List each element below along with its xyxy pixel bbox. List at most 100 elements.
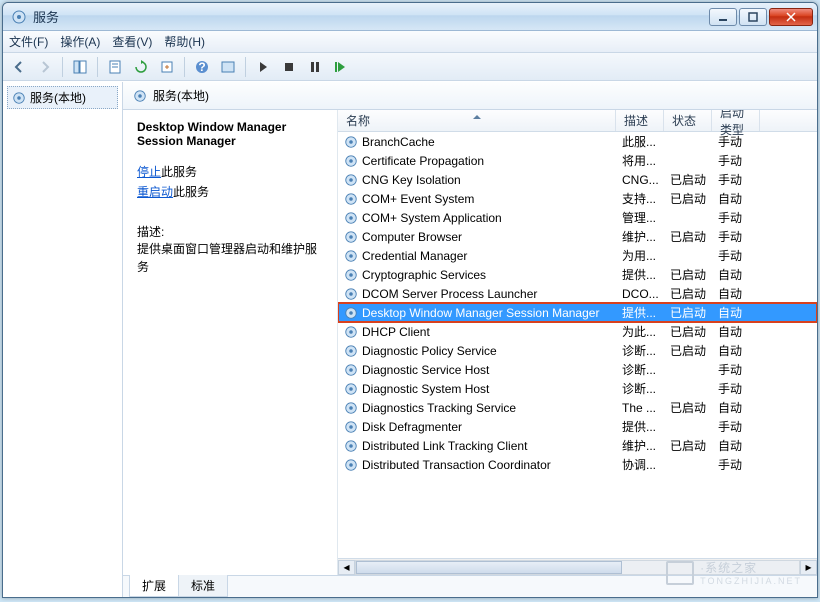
tab-extended[interactable]: 扩展	[129, 575, 179, 597]
refresh-button[interactable]	[129, 56, 153, 78]
service-name: COM+ Event System	[362, 192, 474, 206]
gear-icon	[344, 382, 358, 396]
forward-button[interactable]	[33, 56, 57, 78]
service-name: Distributed Transaction Coordinator	[362, 458, 551, 472]
service-name: Desktop Window Manager Session Manager	[362, 306, 599, 320]
service-row[interactable]: Diagnostic System Host诊断...手动	[338, 379, 817, 398]
service-name: Certificate Propagation	[362, 154, 484, 168]
menu-view[interactable]: 查看(V)	[112, 33, 152, 50]
menu-file[interactable]: 文件(F)	[9, 33, 48, 50]
service-row[interactable]: Cryptographic Services提供...已启动自动	[338, 265, 817, 284]
toolbar: ?	[3, 53, 817, 81]
toolbar-separator	[62, 57, 63, 77]
tab-standard[interactable]: 标准	[178, 575, 228, 597]
gear-icon	[344, 268, 358, 282]
service-name: Disk Defragmenter	[362, 420, 462, 434]
start-service-button[interactable]	[251, 56, 275, 78]
tree-node-services-local[interactable]: 服务(本地)	[7, 86, 118, 109]
column-name[interactable]: 名称	[338, 110, 616, 131]
service-row[interactable]: Diagnostic Policy Service诊断...已启动自动	[338, 341, 817, 360]
service-type: 自动	[718, 190, 766, 207]
service-desc: 协调...	[622, 456, 670, 473]
service-name: BranchCache	[362, 135, 435, 149]
service-row[interactable]: COM+ Event System支持...已启动自动	[338, 189, 817, 208]
service-desc: 为用...	[622, 247, 670, 264]
service-row[interactable]: Desktop Window Manager Session Manager 提供…	[338, 303, 817, 322]
gear-icon	[344, 154, 358, 168]
service-name: DCOM Server Process Launcher	[362, 287, 537, 301]
maximize-button[interactable]	[739, 8, 767, 26]
service-row[interactable]: Diagnostics Tracking ServiceThe ...已启动自动	[338, 398, 817, 417]
gear-icon	[344, 344, 358, 358]
gear-icon	[344, 135, 358, 149]
service-row[interactable]: Computer Browser维护...已启动手动	[338, 227, 817, 246]
service-rows[interactable]: BranchCache此服...手动Certificate Propagatio…	[338, 132, 817, 558]
service-type: 手动	[718, 380, 766, 397]
column-status[interactable]: 状态	[664, 110, 712, 131]
detail-panel: Desktop Window Manager Session Manager 停…	[123, 110, 338, 575]
gear-icon	[344, 249, 358, 263]
properties-button[interactable]	[103, 56, 127, 78]
gear-icon	[344, 458, 358, 472]
scroll-left-button[interactable]: ◂	[338, 560, 355, 575]
stop-service-button[interactable]	[277, 56, 301, 78]
service-desc: 将用...	[622, 152, 670, 169]
service-row[interactable]: CNG Key IsolationCNG...已启动手动	[338, 170, 817, 189]
service-type: 手动	[718, 361, 766, 378]
service-desc: 维护...	[622, 437, 670, 454]
help-button[interactable]: ?	[190, 56, 214, 78]
service-desc: 此服...	[622, 133, 670, 150]
gear-icon	[344, 306, 358, 320]
column-desc[interactable]: 描述	[616, 110, 664, 131]
service-row[interactable]: Certificate Propagation 将用... 手动	[338, 151, 817, 170]
service-row[interactable]: DHCP Client为此...已启动自动	[338, 322, 817, 341]
service-row[interactable]: DCOM Server Process LauncherDCO...已启动自动	[338, 284, 817, 303]
export-button[interactable]	[155, 56, 179, 78]
window-title: 服务	[33, 7, 709, 26]
service-row[interactable]: COM+ System Application管理...手动	[338, 208, 817, 227]
service-name: CNG Key Isolation	[362, 173, 461, 187]
pane-body: Desktop Window Manager Session Manager 停…	[123, 110, 817, 575]
service-desc: CNG...	[622, 173, 670, 187]
service-row[interactable]: Distributed Transaction Coordinator 协调...…	[338, 455, 817, 474]
restart-service-button[interactable]	[329, 56, 353, 78]
service-row[interactable]: Credential Manager为用...手动	[338, 246, 817, 265]
service-desc: 提供...	[622, 304, 670, 321]
content-body: 服务(本地) 服务(本地) Desktop Window Manager Ses…	[3, 81, 817, 597]
back-button[interactable]	[7, 56, 31, 78]
column-headers: 名称 描述 状态 启动类型	[338, 110, 817, 132]
services-window: 服务 文件(F) 操作(A) 查看(V) 帮助(H) ?	[2, 2, 818, 598]
show-hide-tree-button[interactable]	[68, 56, 92, 78]
service-name: Diagnostic System Host	[362, 382, 489, 396]
service-type: 手动	[718, 247, 766, 264]
service-row[interactable]: Distributed Link Tracking Client维护...已启动…	[338, 436, 817, 455]
restart-link[interactable]: 重启动	[137, 185, 173, 199]
stop-link[interactable]: 停止	[137, 165, 161, 179]
menubar: 文件(F) 操作(A) 查看(V) 帮助(H)	[3, 31, 817, 53]
service-name: DHCP Client	[362, 325, 430, 339]
toolbar-button[interactable]	[216, 56, 240, 78]
pause-service-button[interactable]	[303, 56, 327, 78]
column-type[interactable]: 启动类型	[712, 110, 760, 131]
menu-action[interactable]: 操作(A)	[60, 33, 100, 50]
menu-help[interactable]: 帮助(H)	[164, 33, 205, 50]
service-status: 已启动	[670, 437, 718, 454]
horizontal-scrollbar[interactable]: ◂ ▸	[338, 558, 817, 575]
gear-icon	[344, 230, 358, 244]
scroll-track[interactable]	[355, 560, 800, 575]
pane-header: 服务(本地)	[123, 82, 817, 110]
service-desc: 诊断...	[622, 342, 670, 359]
service-row[interactable]: Disk Defragmenter提供...手动	[338, 417, 817, 436]
close-button[interactable]	[769, 8, 813, 26]
service-desc: 提供...	[622, 418, 670, 435]
titlebar[interactable]: 服务	[3, 3, 817, 31]
scroll-thumb[interactable]	[356, 561, 622, 574]
scroll-right-button[interactable]: ▸	[800, 560, 817, 575]
gear-icon	[133, 89, 147, 103]
service-type: 手动	[718, 152, 766, 169]
service-type: 手动	[718, 209, 766, 226]
tree-node-label: 服务(本地)	[30, 89, 86, 106]
service-row[interactable]: Diagnostic Service Host诊断...手动	[338, 360, 817, 379]
description-text: 提供桌面窗口管理器启动和维护服务	[137, 240, 327, 276]
minimize-button[interactable]	[709, 8, 737, 26]
